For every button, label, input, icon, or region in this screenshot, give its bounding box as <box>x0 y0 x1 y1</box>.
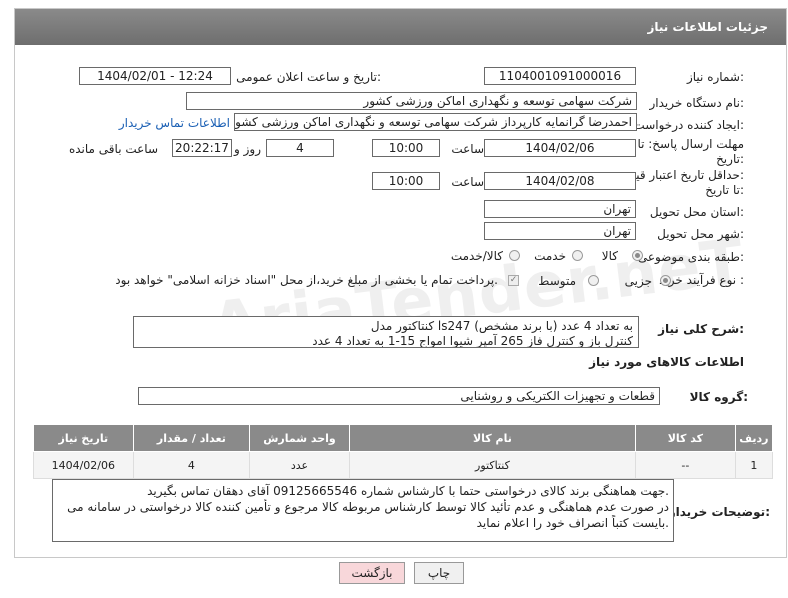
process-option-minor: جزیی <box>624 274 652 288</box>
panel-header: جزئیات اطلاعات نیاز <box>15 9 786 45</box>
contact-buyer-link[interactable]: اطلاعات تماس خریدار <box>119 116 230 130</box>
category-option-both: کالا/خدمت <box>450 249 503 263</box>
cell-unit: عدد <box>249 451 350 479</box>
process-label: نوع فرآیند خرید : <box>659 273 744 287</box>
goods-group-field: قطعات و تجهیزات الکتریکی و روشنایی <box>138 387 660 405</box>
validity-time-field: 10:00 <box>372 172 440 190</box>
validity-time-label: ساعت <box>451 175 484 189</box>
cell-name: کنتاکتور <box>348 451 637 479</box>
buyer-org-field: شرکت سهامی توسعه و نگهداری اماکن ورزشی ک… <box>186 92 637 110</box>
buyer-notes-line-3: بایست کتباً انصراف خود را اعلام نماید. <box>476 516 669 530</box>
goods-group-label: گروه کالا: <box>689 390 748 404</box>
col-name: نام کالا <box>348 424 637 452</box>
remaining-label: ساعت باقی مانده <box>68 142 158 156</box>
cell-code: -- <box>635 451 736 479</box>
category-option-service: خدمت <box>534 249 566 263</box>
col-date: تاریخ نیاز <box>33 424 134 452</box>
validity-label-2: تا تاریخ: <box>705 183 744 197</box>
announce-label: تاریخ و ساعت اعلان عمومی: <box>236 70 381 84</box>
deadline-label-1: مهلت ارسال پاسخ: تا <box>637 137 744 151</box>
days-label: روز و <box>234 142 261 156</box>
buyer-notes-label: توضیحات خریدار: <box>668 505 770 519</box>
remaining-time-field: 20:22:17 <box>172 139 232 157</box>
deadline-time-label: ساعت <box>451 142 484 156</box>
category-radio-service[interactable] <box>572 250 583 261</box>
print-button[interactable]: چاپ <box>414 562 464 584</box>
need-number-field: 1104001091000016 <box>484 67 636 85</box>
buyer-notes-textarea[interactable]: جهت هماهنگی برند کالای درخواستی حتما با … <box>52 479 674 542</box>
days-field: 4 <box>266 139 334 157</box>
cell-date: 1404/02/06 <box>33 451 134 479</box>
category-radio-both[interactable] <box>509 250 520 261</box>
col-qty: تعداد / مقدار <box>132 424 251 452</box>
process-radio-minor[interactable] <box>660 275 671 286</box>
category-radio-goods[interactable] <box>632 250 643 261</box>
description-textarea[interactable]: کنتاکتور مدل ls247 به تعداد 4 عدد (با بر… <box>133 316 639 348</box>
category-label: طبقه بندی موضوعی: <box>637 250 744 264</box>
col-unit: واحد شمارش <box>249 424 350 452</box>
city-label: شهر محل تحویل: <box>657 227 744 241</box>
treasury-checkbox[interactable]: ✓ <box>508 275 519 286</box>
process-radio-medium[interactable] <box>588 275 599 286</box>
goods-table: ردیف کد کالا نام کالا واحد شمارش تعداد /… <box>33 424 774 479</box>
category-option-goods: کالا <box>601 249 618 263</box>
buyer-org-label: نام دستگاه خریدار: <box>649 96 745 110</box>
validity-label-1: حداقل تاریخ اعتبار قیمت: <box>617 168 744 182</box>
description-line-2: کنترل باز و کنترل فاز 265 آمپر شیوا اموا… <box>312 334 633 348</box>
need-number-label: شماره نیاز: <box>686 70 744 84</box>
panel-title: جزئیات اطلاعات نیاز <box>647 20 768 34</box>
goods-section-title: اطلاعات کالاهای مورد نیاز <box>589 355 744 369</box>
announce-field: 1404/02/01 - 12:24 <box>79 67 231 85</box>
validity-date-field: 1404/02/08 <box>484 172 636 190</box>
deadline-date-field: 1404/02/06 <box>484 139 636 157</box>
col-row: ردیف <box>734 424 774 452</box>
cell-qty: 4 <box>132 451 251 479</box>
province-label: استان محل تحویل: <box>649 205 744 219</box>
creator-field: احمدرضا گرانمایه کارپرداز شرکت سهامی توس… <box>234 113 637 131</box>
deadline-label-2: تاریخ: <box>716 152 744 166</box>
description-label: شرح کلی نیاز: <box>658 322 744 336</box>
deadline-time-field: 10:00 <box>372 139 440 157</box>
buyer-notes-line-1: جهت هماهنگی برند کالای درخواستی حتما با … <box>147 484 669 498</box>
city-field: تهران <box>484 222 636 240</box>
province-field: تهران <box>484 200 636 218</box>
treasury-note: پرداخت تمام یا بخشی از مبلغ خرید،از محل … <box>115 273 498 287</box>
buyer-notes-line-2: در صورت عدم هماهنگی و عدم تأئید کالا توس… <box>67 500 669 514</box>
process-option-medium: متوسط <box>538 274 576 288</box>
table-row: 1 -- کنتاکتور عدد 4 1404/02/06 <box>33 451 774 479</box>
cell-row: 1 <box>734 451 774 479</box>
description-line-1: کنتاکتور مدل ls247 به تعداد 4 عدد (با بر… <box>370 319 633 333</box>
back-button[interactable]: بازگشت <box>339 562 405 584</box>
creator-label: ایجاد کننده درخواست: <box>633 118 744 132</box>
col-code: کد کالا <box>635 424 736 452</box>
